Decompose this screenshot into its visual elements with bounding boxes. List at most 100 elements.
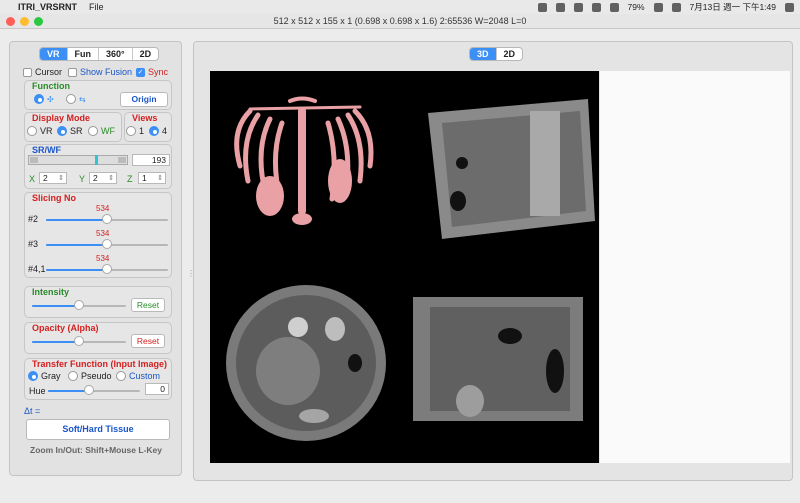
transfer-pseudo-radio[interactable] [68, 371, 78, 381]
display-sr-option[interactable]: SR [57, 126, 83, 136]
tab-360[interactable]: 360° [99, 48, 133, 60]
opacity-reset-button[interactable]: Reset [131, 334, 165, 348]
clock[interactable]: 7月13日 週一 下午1:49 [690, 1, 776, 13]
opacity-title: Opacity (Alpha) [32, 323, 99, 333]
menu-list-icon[interactable] [785, 2, 794, 12]
slice-knob[interactable] [102, 264, 112, 274]
swap-icon: ⇆ [79, 94, 86, 104]
app-name[interactable]: ITRI_VRSRNT [18, 2, 77, 12]
sync-row[interactable]: ✓ Sync [136, 67, 168, 77]
wifi-icon[interactable] [671, 2, 681, 12]
function-option-2[interactable]: ⇆ [66, 94, 86, 104]
slice-value: 534 [96, 254, 110, 263]
z-label: Z [127, 174, 133, 184]
tab-3d[interactable]: 3D [470, 48, 497, 60]
range-left-handle[interactable] [30, 157, 38, 163]
render-viewport[interactable] [210, 71, 599, 463]
viewer-tabs: 3D 2D [469, 47, 524, 61]
y-stepper[interactable]: 2 ⇕ [89, 172, 117, 184]
intensity-knob[interactable] [74, 300, 84, 310]
battery-percent[interactable]: 79% [628, 2, 645, 12]
opacity-knob[interactable] [74, 336, 84, 346]
display-sr-radio[interactable] [57, 126, 67, 136]
tab-2d[interactable]: 2D [133, 48, 159, 60]
slice-slider[interactable] [46, 214, 168, 224]
views-1-option[interactable]: 1 [126, 126, 144, 136]
cloud-icon[interactable] [573, 2, 583, 12]
tab-vr[interactable]: VR [40, 48, 68, 60]
intensity-slider[interactable] [32, 300, 126, 310]
soft-hard-tissue-button[interactable]: Soft/Hard Tissue [26, 419, 170, 440]
hue-slider[interactable] [48, 385, 140, 395]
zoom-hint: Zoom In/Out: Shift+Mouse L-Key [30, 445, 162, 455]
slice-knob[interactable] [102, 214, 112, 224]
display-mode-title: Display Mode [32, 113, 91, 123]
display-wf-option[interactable]: WF [88, 126, 115, 136]
transfer-gray-radio[interactable] [28, 371, 38, 381]
bluetooth-icon[interactable] [609, 2, 619, 12]
slice-slider[interactable] [46, 264, 168, 274]
x-stepper[interactable]: 2 ⇕ [39, 172, 67, 184]
stepper-arrows-icon[interactable]: ⇕ [108, 173, 114, 184]
hue-label: Hue [29, 386, 46, 396]
menu-file[interactable]: File [89, 2, 104, 12]
views-1-radio[interactable] [126, 126, 136, 136]
hue-value-field[interactable]: 0 [145, 383, 169, 395]
transfer-pseudo-option[interactable]: Pseudo [68, 371, 112, 381]
function-radio-2[interactable] [66, 94, 76, 104]
display-vr-option[interactable]: VR [27, 126, 53, 136]
split-divider-handle[interactable]: ⋮ [187, 269, 195, 278]
mode-tabs: VR Fun 360° 2D [39, 47, 160, 61]
srwf-range-slider[interactable] [28, 155, 128, 165]
display-vr-radio[interactable] [27, 126, 37, 136]
nvidia-icon[interactable] [537, 2, 547, 12]
views-4-option[interactable]: 4 [149, 126, 167, 136]
slicing-title: Slicing No [32, 193, 77, 203]
views-4-radio[interactable] [149, 126, 159, 136]
show-fusion-checkbox[interactable] [68, 67, 77, 77]
srwf-value-field[interactable]: 193 [132, 154, 170, 166]
transfer-gray-option[interactable]: Gray [28, 371, 61, 381]
battery-icon[interactable] [653, 2, 663, 12]
tab-viewer-2d[interactable]: 2D [497, 48, 523, 60]
intensity-reset-button[interactable]: Reset [131, 298, 165, 312]
intensity-fill [32, 305, 79, 307]
views-1-label: 1 [139, 126, 145, 136]
range-right-handle[interactable] [118, 157, 126, 163]
display-wf-radio[interactable] [88, 126, 98, 136]
slice-slider[interactable] [46, 239, 168, 249]
tab-fun[interactable]: Fun [68, 48, 100, 60]
y-label: Y [79, 174, 86, 184]
time-machine-icon[interactable] [591, 2, 601, 12]
dropbox-icon[interactable] [555, 2, 565, 12]
cursor-checkbox-row[interactable]: Cursor [23, 67, 62, 77]
z-stepper[interactable]: 1 ⇕ [138, 172, 166, 184]
views-4-label: 4 [162, 126, 168, 136]
function-option-1[interactable]: ✣ [34, 94, 54, 104]
transfer-pseudo-label: Pseudo [81, 371, 112, 381]
display-wf-label: WF [101, 126, 115, 136]
title-bar: 512 x 512 x 155 x 1 (0.698 x 0.698 x 1.6… [0, 14, 800, 29]
axial-slice[interactable] [226, 285, 386, 441]
z-value: 1 [142, 173, 147, 183]
viewer-panel: 3D 2D [193, 41, 793, 481]
window-title: 512 x 512 x 155 x 1 (0.698 x 0.698 x 1.6… [273, 16, 527, 26]
function-radio-1[interactable] [34, 94, 44, 104]
transfer-custom-radio[interactable] [116, 371, 126, 381]
stepper-arrows-icon[interactable]: ⇕ [157, 173, 163, 184]
coronal-slice[interactable] [413, 297, 583, 421]
slice-label: #4,1 [28, 264, 46, 274]
cursor-checkbox[interactable] [23, 67, 32, 77]
stepper-arrows-icon[interactable]: ⇕ [58, 173, 64, 184]
range-marker[interactable] [95, 155, 98, 165]
origin-button[interactable]: Origin [120, 92, 168, 107]
opacity-slider[interactable] [32, 336, 126, 346]
slice-knob[interactable] [102, 239, 112, 249]
transfer-custom-option[interactable]: Custom [116, 371, 160, 381]
show-fusion-row[interactable]: Show Fusion [68, 67, 132, 77]
sagittal-slice[interactable] [428, 99, 595, 239]
slice-value: 534 [96, 229, 110, 238]
cursor-label: Cursor [35, 67, 63, 77]
transfer-gray-label: Gray [41, 371, 61, 381]
sync-checkbox[interactable]: ✓ [136, 67, 145, 77]
